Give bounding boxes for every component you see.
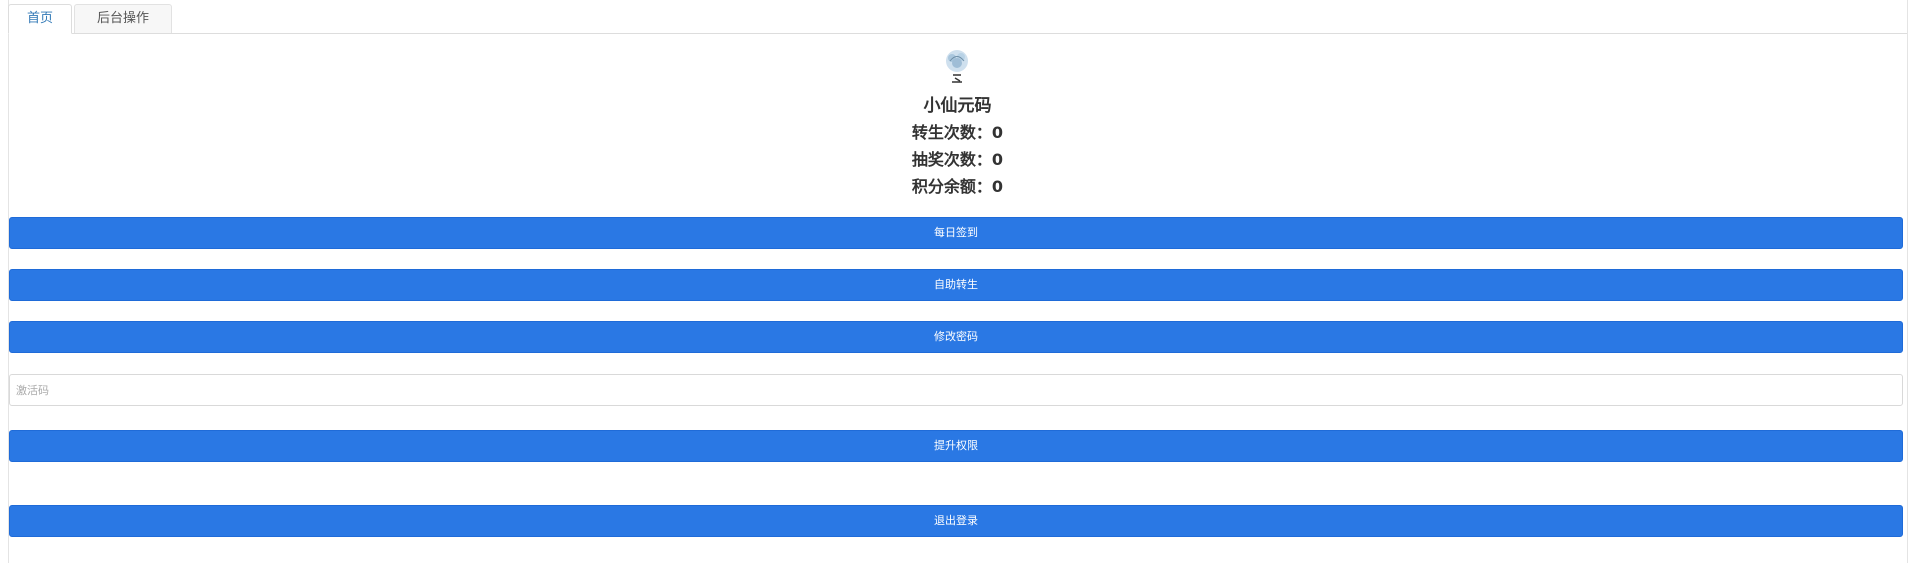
change-password-button[interactable]: 修改密码 (9, 321, 1903, 353)
page: 首页 后台操作 小仙元码 转生次数：0 抽奖次数：0 积分余额：0 每日签到 自… (0, 0, 1915, 563)
logout-button[interactable]: 退出登录 (9, 505, 1903, 537)
tab-admin-operations[interactable]: 后台操作 (74, 4, 172, 33)
profile-name: 小仙元码 (923, 96, 992, 116)
avatar-icon (946, 50, 968, 83)
tab-home[interactable]: 首页 (8, 4, 72, 34)
daily-checkin-button[interactable]: 每日签到 (9, 217, 1903, 249)
lottery-count: 抽奖次数：0 (911, 150, 1004, 169)
upgrade-permission-button[interactable]: 提升权限 (9, 430, 1903, 462)
activation-code-input[interactable] (9, 374, 1903, 406)
points-balance: 积分余额：0 (911, 177, 1004, 196)
self-rebirth-button[interactable]: 自助转生 (9, 269, 1903, 301)
tab-bar: 首页 后台操作 (8, 4, 1907, 34)
rebirth-count: 转生次数：0 (911, 123, 1004, 142)
